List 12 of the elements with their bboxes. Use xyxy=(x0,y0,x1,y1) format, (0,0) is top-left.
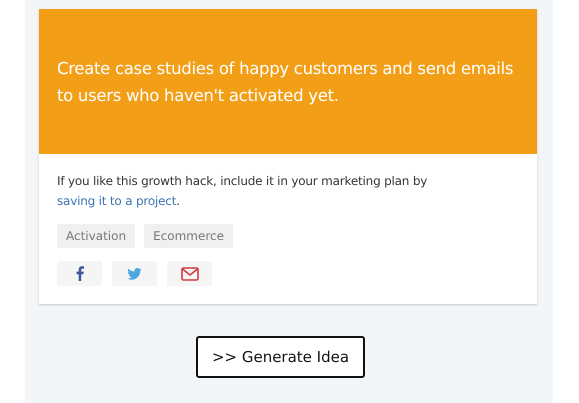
category-tag[interactable]: Ecommerce xyxy=(144,224,234,248)
category-tag[interactable]: Activation xyxy=(57,224,136,248)
email-share-button[interactable] xyxy=(167,261,212,286)
save-note: If you like this growth hack, include it in your marketing plan by saving it to a project. xyxy=(57,173,428,210)
idea-headline: Create case studies of happy customers and send emails to users who haven't activated yet. xyxy=(57,58,514,106)
facebook-share-button[interactable] xyxy=(57,261,102,286)
generate-idea-button[interactable]: >> Generate Idea xyxy=(196,336,366,378)
facebook-icon xyxy=(76,266,84,281)
envelope-icon xyxy=(180,266,198,280)
twitter-share-button[interactable] xyxy=(112,261,157,286)
bird-icon xyxy=(127,268,142,280)
save-project-link[interactable]: saving it to a project xyxy=(57,194,176,208)
